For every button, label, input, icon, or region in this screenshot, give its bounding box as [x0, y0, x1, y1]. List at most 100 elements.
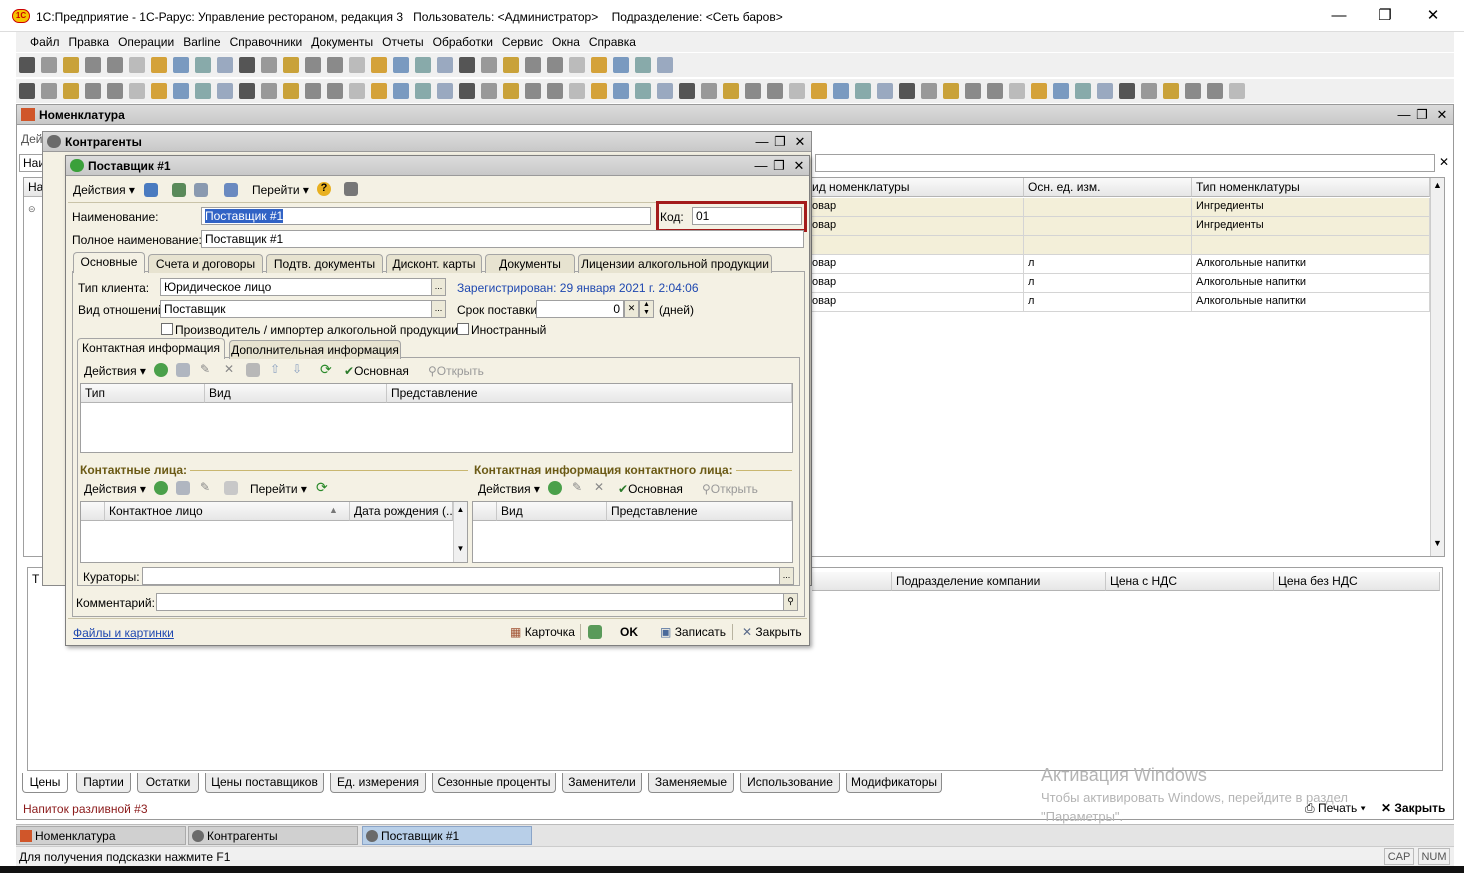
document-icon[interactable]: [547, 83, 563, 99]
warehouse-icon[interactable]: [613, 83, 629, 99]
contacts-goto-menu[interactable]: Перейти ▾: [250, 482, 307, 496]
copy-icon[interactable]: [194, 183, 208, 197]
curators-select-button[interactable]: ...: [779, 567, 794, 585]
close-icon[interactable]: ✕: [790, 158, 808, 174]
filter-field[interactable]: [815, 154, 1435, 172]
structure-icon[interactable]: [344, 182, 358, 196]
redo-icon[interactable]: [217, 57, 233, 73]
nomenclature-grid[interactable]: ид номенклатуры Осн. ед. изм. Тип номенк…: [807, 177, 1445, 557]
fullname-field[interactable]: Поставщик #1: [201, 230, 804, 248]
cci-main-button[interactable]: ✔Основная: [618, 482, 683, 496]
report-icon[interactable]: [63, 83, 79, 99]
grid-cell[interactable]: [808, 236, 1024, 255]
catalog-icon[interactable]: [393, 83, 409, 99]
person-icon[interactable]: [459, 83, 475, 99]
open-icon[interactable]: [657, 57, 673, 73]
menu-service[interactable]: Сервис: [502, 35, 543, 49]
move-down-icon[interactable]: ⇩: [292, 362, 302, 376]
taskbar-item-counterparties[interactable]: Контрагенты: [188, 826, 358, 845]
contacts-scrollbar[interactable]: ▲ ▼: [453, 502, 467, 562]
col-header-division[interactable]: Подразделение компании: [892, 572, 1106, 591]
new-icon[interactable]: [19, 57, 35, 73]
document-icon[interactable]: [19, 83, 35, 99]
menu-help[interactable]: Справка: [589, 35, 636, 49]
chart-icon[interactable]: [503, 83, 519, 99]
settings-icon[interactable]: [1229, 83, 1245, 99]
warehouse-icon[interactable]: [1141, 83, 1157, 99]
bottom-tab-9[interactable]: Модификаторы: [846, 773, 942, 793]
bottom-tab-6[interactable]: Заменители: [562, 773, 642, 793]
invoice-icon[interactable]: [305, 83, 321, 99]
person-icon[interactable]: [987, 83, 1003, 99]
invoice-icon[interactable]: [657, 83, 673, 99]
bottom-tab-5[interactable]: Сезонные проценты: [432, 773, 556, 793]
grid-cell[interactable]: [1024, 236, 1192, 255]
settings-icon[interactable]: [349, 83, 365, 99]
paste-icon[interactable]: [129, 57, 145, 73]
col-header-type[interactable]: Тип: [81, 384, 205, 403]
taskbar-item-supplier[interactable]: Поставщик #1: [362, 826, 532, 845]
foreign-checkbox[interactable]: [457, 323, 469, 335]
delete-icon[interactable]: ✕: [594, 480, 604, 494]
catalog-icon[interactable]: [921, 83, 937, 99]
menu-operations[interactable]: Операции: [118, 35, 174, 49]
add-icon[interactable]: [154, 481, 168, 495]
catalog-icon[interactable]: [745, 83, 761, 99]
close-dialog-button[interactable]: ✕ Закрыть: [742, 625, 802, 639]
client-type-select-button[interactable]: ...: [431, 278, 446, 296]
warehouse-icon[interactable]: [789, 83, 805, 99]
report-icon[interactable]: [767, 83, 783, 99]
grid-cell[interactable]: Алкогольные напитки: [1192, 255, 1430, 274]
col-header-representation[interactable]: Представление: [387, 384, 792, 403]
invoice-icon[interactable]: [1185, 83, 1201, 99]
preview-icon[interactable]: [481, 57, 497, 73]
report-icon[interactable]: [415, 83, 431, 99]
add-icon[interactable]: [548, 481, 562, 495]
delivery-field[interactable]: 0: [536, 300, 624, 318]
catalog-icon[interactable]: [569, 83, 585, 99]
report-icon[interactable]: [591, 83, 607, 99]
menu-file[interactable]: Файл: [30, 35, 60, 49]
save-icon[interactable]: [144, 183, 158, 197]
invoice-icon[interactable]: [833, 83, 849, 99]
help-icon[interactable]: ?: [317, 182, 331, 196]
goto-menu[interactable]: Перейти ▾: [252, 183, 309, 197]
document-icon[interactable]: [899, 83, 915, 99]
chart-icon[interactable]: [679, 83, 695, 99]
cut-icon[interactable]: [393, 57, 409, 73]
edit-icon[interactable]: ✎: [200, 362, 210, 376]
cut-icon[interactable]: [85, 57, 101, 73]
relation-select-button[interactable]: ...: [431, 300, 446, 318]
clear-filter-icon[interactable]: ✕: [1437, 155, 1451, 171]
calc-icon[interactable]: [569, 57, 585, 73]
copy-icon[interactable]: [107, 57, 123, 73]
calendar-icon[interactable]: [591, 57, 607, 73]
col-header-kind[interactable]: Вид: [205, 384, 387, 403]
new-icon[interactable]: [327, 57, 343, 73]
preview-icon[interactable]: [173, 57, 189, 73]
catalog-icon[interactable]: [217, 83, 233, 99]
restore-icon[interactable]: ❐: [1413, 107, 1431, 123]
document-icon[interactable]: [371, 83, 387, 99]
paste-icon[interactable]: [437, 57, 453, 73]
restore-icon[interactable]: ❐: [770, 158, 788, 174]
close-icon[interactable]: ✕: [1433, 107, 1451, 123]
supplier-tab-2[interactable]: Подтв. документы: [266, 254, 383, 273]
grid-cell[interactable]: овар: [808, 198, 1024, 217]
menu-processing[interactable]: Обработки: [433, 35, 493, 49]
grid-cell[interactable]: л: [1024, 255, 1192, 274]
warehouse-icon[interactable]: [85, 83, 101, 99]
relation-field[interactable]: Поставщик: [160, 300, 432, 318]
chart-icon[interactable]: [1207, 83, 1223, 99]
calendar-icon[interactable]: [283, 57, 299, 73]
grid-cell[interactable]: овар: [808, 255, 1024, 274]
menu-edit[interactable]: Правка: [69, 35, 110, 49]
chart-icon[interactable]: [327, 83, 343, 99]
grid-scrollbar[interactable]: ▲ ▼: [1430, 178, 1444, 556]
invoice-icon[interactable]: [481, 83, 497, 99]
supplier-tab-0[interactable]: Основные: [73, 252, 145, 273]
find-icon[interactable]: [239, 57, 255, 73]
supplier-tab-4[interactable]: Документы: [485, 254, 575, 273]
comment-search-button[interactable]: ⚲: [783, 593, 798, 611]
calc-icon[interactable]: [261, 57, 277, 73]
